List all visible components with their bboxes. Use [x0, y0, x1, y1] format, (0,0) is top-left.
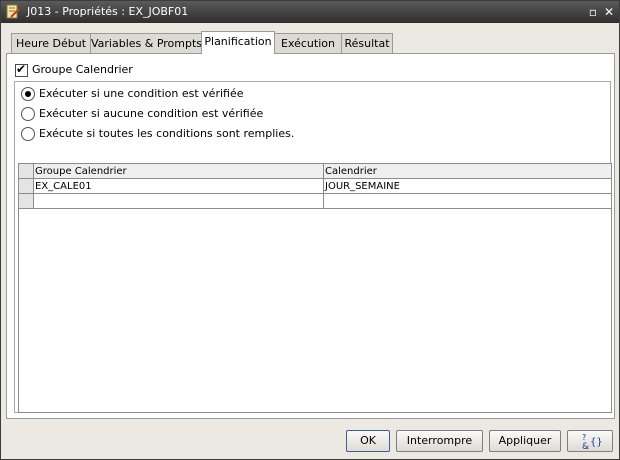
- minimize-icon[interactable]: ▫: [585, 4, 601, 20]
- calendar-table: Groupe Calendrier Calendrier EX_CALE01 J…: [18, 163, 612, 413]
- radio-no-condition-label: Exécuter si aucune condition est vérifié…: [39, 107, 264, 120]
- column-header-calendrier[interactable]: Calendrier: [324, 164, 611, 179]
- radio-selected-dot: [25, 91, 31, 97]
- checkmark-icon: ✔: [16, 62, 27, 76]
- tab-execution[interactable]: Exécution: [274, 33, 342, 53]
- table-corner-cell: [19, 164, 34, 179]
- table-cell-groupe-calendrier[interactable]: EX_CALE01: [34, 179, 324, 194]
- conditions-group: Exécuter si une condition est vérifiée E…: [14, 81, 612, 413]
- radio-one-condition-label: Exécuter si une condition est vérifiée: [39, 87, 244, 100]
- row-header[interactable]: [19, 179, 34, 194]
- tab-resultat[interactable]: Résultat: [341, 33, 393, 53]
- svg-text:&: &: [582, 442, 589, 451]
- table-cell-groupe-calendrier[interactable]: [34, 194, 324, 209]
- groupe-calendrier-label: Groupe Calendrier: [32, 63, 133, 76]
- table-cell-calendrier[interactable]: JOUR_SEMAINE: [324, 179, 611, 194]
- radio-all-conditions[interactable]: [21, 127, 35, 141]
- close-icon[interactable]: ✕: [601, 4, 617, 20]
- planification-panel: ✔ Groupe Calendrier Exécuter si une cond…: [6, 53, 615, 419]
- table-cell-calendrier[interactable]: [324, 194, 611, 209]
- properties-dialog: J013 - Propriétés : EX_JOBF01 ▫ ✕ Heure …: [0, 0, 620, 460]
- column-header-groupe-calendrier[interactable]: Groupe Calendrier: [34, 164, 324, 179]
- tab-planification[interactable]: Planification: [201, 31, 275, 54]
- tab-heure-debut[interactable]: Heure Début: [11, 33, 91, 53]
- window-title: J013 - Propriétés : EX_JOBF01: [27, 5, 189, 18]
- tab-variables-prompts[interactable]: Variables & Prompts: [90, 33, 202, 53]
- groupe-calendrier-checkbox[interactable]: ✔: [15, 62, 28, 77]
- title-bar[interactable]: J013 - Propriétés : EX_JOBF01 ▫ ✕: [1, 1, 619, 23]
- svg-text:?: ?: [582, 433, 586, 442]
- radio-no-condition[interactable]: [21, 107, 35, 121]
- radio-one-condition[interactable]: [21, 87, 35, 101]
- document-edit-icon: [6, 4, 20, 19]
- help-variables-button[interactable]: ? & {}: [567, 430, 613, 452]
- cancel-button[interactable]: Interrompre: [396, 430, 483, 452]
- ok-button[interactable]: OK: [346, 430, 390, 452]
- row-header[interactable]: [19, 194, 34, 209]
- apply-button[interactable]: Appliquer: [489, 430, 561, 452]
- help-variables-icon: ? & {}: [582, 433, 603, 452]
- svg-text:{}: {}: [590, 437, 603, 448]
- radio-all-conditions-label: Exécute si toutes les conditions sont re…: [39, 127, 295, 140]
